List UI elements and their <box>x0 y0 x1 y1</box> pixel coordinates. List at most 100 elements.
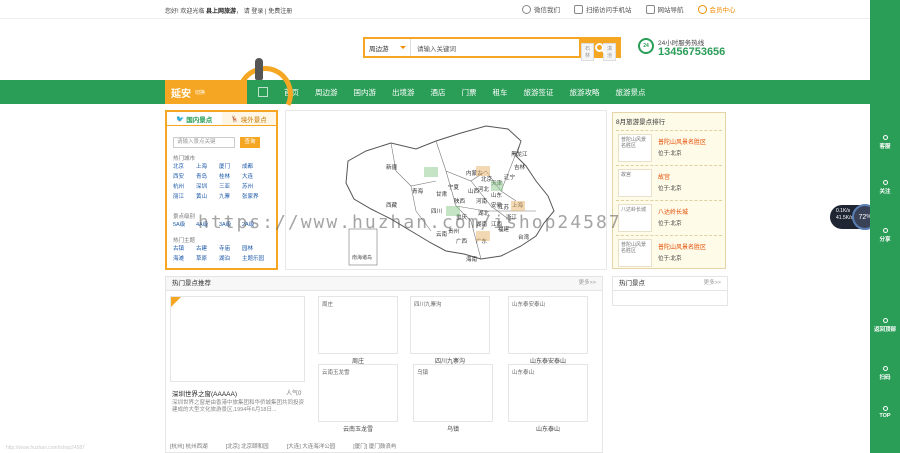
thumb-caption[interactable]: 云南玉龙雪 <box>318 424 398 433</box>
rbar-service[interactable]: 客服 <box>870 135 900 150</box>
map-province-label: 安徽 <box>491 201 503 209</box>
footer-link[interactable]: [厦门] 厦门鼓浪屿 <box>353 442 396 450</box>
scenic-thumb[interactable]: 山东泰安泰山 <box>508 296 588 354</box>
city-link[interactable]: 西安 <box>173 172 196 180</box>
city-link[interactable]: 上海 <box>196 162 219 170</box>
map-province-label: 西藏 <box>386 201 398 209</box>
theme-link[interactable]: 寺庙 <box>219 244 242 252</box>
scenic-search-input[interactable]: 请输入景点关键 <box>173 137 235 148</box>
city-link[interactable]: 杭州 <box>173 182 196 190</box>
scenic-thumb[interactable]: 云南玉龙雪 <box>318 364 398 422</box>
tab-overseas[interactable]: 🦌 境外景点 <box>221 112 276 125</box>
nav-item[interactable]: 旅游攻略 <box>562 87 608 98</box>
user-icon <box>882 135 888 140</box>
nav-item[interactable]: 旅游签证 <box>516 87 562 98</box>
level-link[interactable]: 5A级 <box>173 220 196 228</box>
thumb-caption[interactable]: 乌镇 <box>413 424 493 433</box>
nav-item[interactable]: 门票 <box>454 87 485 98</box>
search-input[interactable]: 请输入关键词 石林 滇池 <box>411 39 617 61</box>
theme-link[interactable]: 湖泊 <box>219 254 242 262</box>
user-icon <box>697 4 707 14</box>
map-province-label: 陕西 <box>454 197 466 205</box>
qrcode-icon <box>882 366 888 371</box>
map-province-label: 海南 <box>466 255 478 263</box>
theme-link[interactable]: 古建 <box>196 244 219 252</box>
scenic-thumb[interactable]: 山东泰山 <box>508 364 588 422</box>
more-link[interactable]: 更多>> <box>704 277 721 290</box>
scenic-thumb[interactable]: 周庄 <box>318 296 398 354</box>
search-category-select[interactable]: 周边游 <box>365 39 411 56</box>
map-graphic: 南海诸岛 新疆 西藏 青海 甘肃 四川 云南 内蒙古 黑龙江 吉林 辽宁 北京 … <box>345 125 555 266</box>
scenic-thumb[interactable]: 乌镇 <box>413 364 493 422</box>
city-link[interactable]: 桂林 <box>219 172 242 180</box>
ranking-thumb: 八达岭长城 <box>618 204 652 232</box>
map-province-label: 河北 <box>478 185 490 193</box>
nav-item[interactable]: 旅游景点 <box>608 87 654 98</box>
site-nav-link[interactable]: 网站导航 <box>645 4 684 14</box>
nav-item[interactable]: 租车 <box>485 87 516 98</box>
chevron-up-icon <box>882 406 888 411</box>
nav-item[interactable]: 国内游 <box>346 87 385 98</box>
city-link[interactable]: 厦门 <box>219 162 242 170</box>
scenic-thumb[interactable]: 四川九寨沟 <box>410 296 490 354</box>
footer-link[interactable]: [杭州] 杭州西湖 <box>170 442 208 450</box>
map-province-label: 山东 <box>491 191 503 199</box>
tab-domestic[interactable]: 🐦 国内景点 <box>167 112 222 125</box>
theme-link[interactable]: 古镇 <box>173 244 196 252</box>
city-link[interactable]: 张家界 <box>242 192 265 200</box>
nav-item[interactable]: 酒店 <box>423 87 454 98</box>
footer-link[interactable]: [大连] 大连海洋公园 <box>287 442 336 450</box>
hot-side-block: 热门景点 更多>> <box>612 276 728 306</box>
member-center-link[interactable]: 会员中心 <box>697 4 736 14</box>
scenic-search-panel: 🐦 国内景点 🦌 境外景点 请输入景点关键 查询 热门城市 北京 上海 厦门 成都 … <box>165 110 278 270</box>
theme-link[interactable]: 草原 <box>196 254 219 262</box>
rbar-share[interactable]: 分享 <box>870 228 900 243</box>
city-link[interactable]: 成都 <box>242 162 265 170</box>
nav-item[interactable]: 周边游 <box>307 87 346 98</box>
ranking-item[interactable]: 普陀山风景名胜区 普陀山风景名胜区 位于:北京 <box>616 130 722 165</box>
ranking-thumb: 故宫 <box>618 169 652 197</box>
search-icon <box>594 43 604 52</box>
scenic-search-button[interactable]: 查询 <box>240 137 260 148</box>
theme-link[interactable]: 园林 <box>242 244 265 252</box>
ranking-item[interactable]: 故宫 故宫 位于:北京 <box>616 165 722 200</box>
map-province-label: 黑龙江 <box>511 150 528 158</box>
mobile-link[interactable]: 扫描访问手机站 <box>574 4 632 14</box>
more-link[interactable]: 更多>> <box>579 277 596 290</box>
city-link[interactable]: 丽江 <box>173 192 196 200</box>
rbar-back-top[interactable]: 返回顶部 <box>870 318 900 333</box>
search-tag[interactable]: 石林 <box>581 43 595 61</box>
top-bar: 您好! 欢迎光临 县上网旅游， 请 登录 | 免费注册 微信我们 扫描访问手机站… <box>0 0 870 19</box>
rbar-follow[interactable]: 关注 <box>870 180 900 195</box>
city-link[interactable]: 深圳 <box>196 182 219 190</box>
wechat-link[interactable]: 微信我们 <box>522 4 560 14</box>
city-switcher[interactable]: 延安 切换 <box>165 80 247 104</box>
map-province-label: 广西 <box>456 237 468 245</box>
register-link[interactable]: 免费注册 <box>268 9 292 15</box>
city-link[interactable]: 黄山 <box>196 192 219 200</box>
city-link[interactable]: 苏州 <box>242 182 265 190</box>
map-province-label: 吉林 <box>514 163 526 171</box>
theme-link[interactable]: 主题乐园 <box>242 254 265 262</box>
city-link[interactable]: 青岛 <box>196 172 219 180</box>
map-province-label: 甘肃 <box>436 190 448 198</box>
china-map[interactable]: 南海诸岛 新疆 西藏 青海 甘肃 四川 云南 内蒙古 黑龙江 吉林 辽宁 北京 … <box>285 110 607 270</box>
map-province-label: 台湾 <box>518 233 530 241</box>
ranking-item[interactable]: 八达岭长城 八达岭长城 位于:北京 <box>616 200 722 235</box>
rbar-qrcode[interactable]: 扫码 <box>870 366 900 381</box>
thumb-caption[interactable]: 山东泰山 <box>508 424 588 433</box>
footer-link[interactable]: [北京] 北京颐和园 <box>226 442 269 450</box>
city-link[interactable]: 九寨 <box>219 192 242 200</box>
nav-item[interactable]: 出境游 <box>384 87 423 98</box>
welcome-text: 您好! 欢迎光临 县上网旅游， 请 登录 | 免费注册 <box>165 9 293 15</box>
login-link[interactable]: 请 登录 <box>244 9 264 15</box>
city-link[interactable]: 大连 <box>242 172 265 180</box>
feature-image[interactable] <box>170 296 305 382</box>
city-link[interactable]: 北京 <box>173 162 196 170</box>
ranking-item[interactable]: 普陀山风景名胜区 普陀山风景名胜区 位于:北京 <box>616 235 722 270</box>
feature-title[interactable]: 深圳世界之窗(AAAAA) <box>172 388 237 398</box>
rbar-top[interactable]: TOP <box>870 406 900 419</box>
theme-link[interactable]: 海滩 <box>173 254 196 262</box>
city-link[interactable]: 三亚 <box>219 182 242 190</box>
sitemap-icon <box>645 4 655 14</box>
